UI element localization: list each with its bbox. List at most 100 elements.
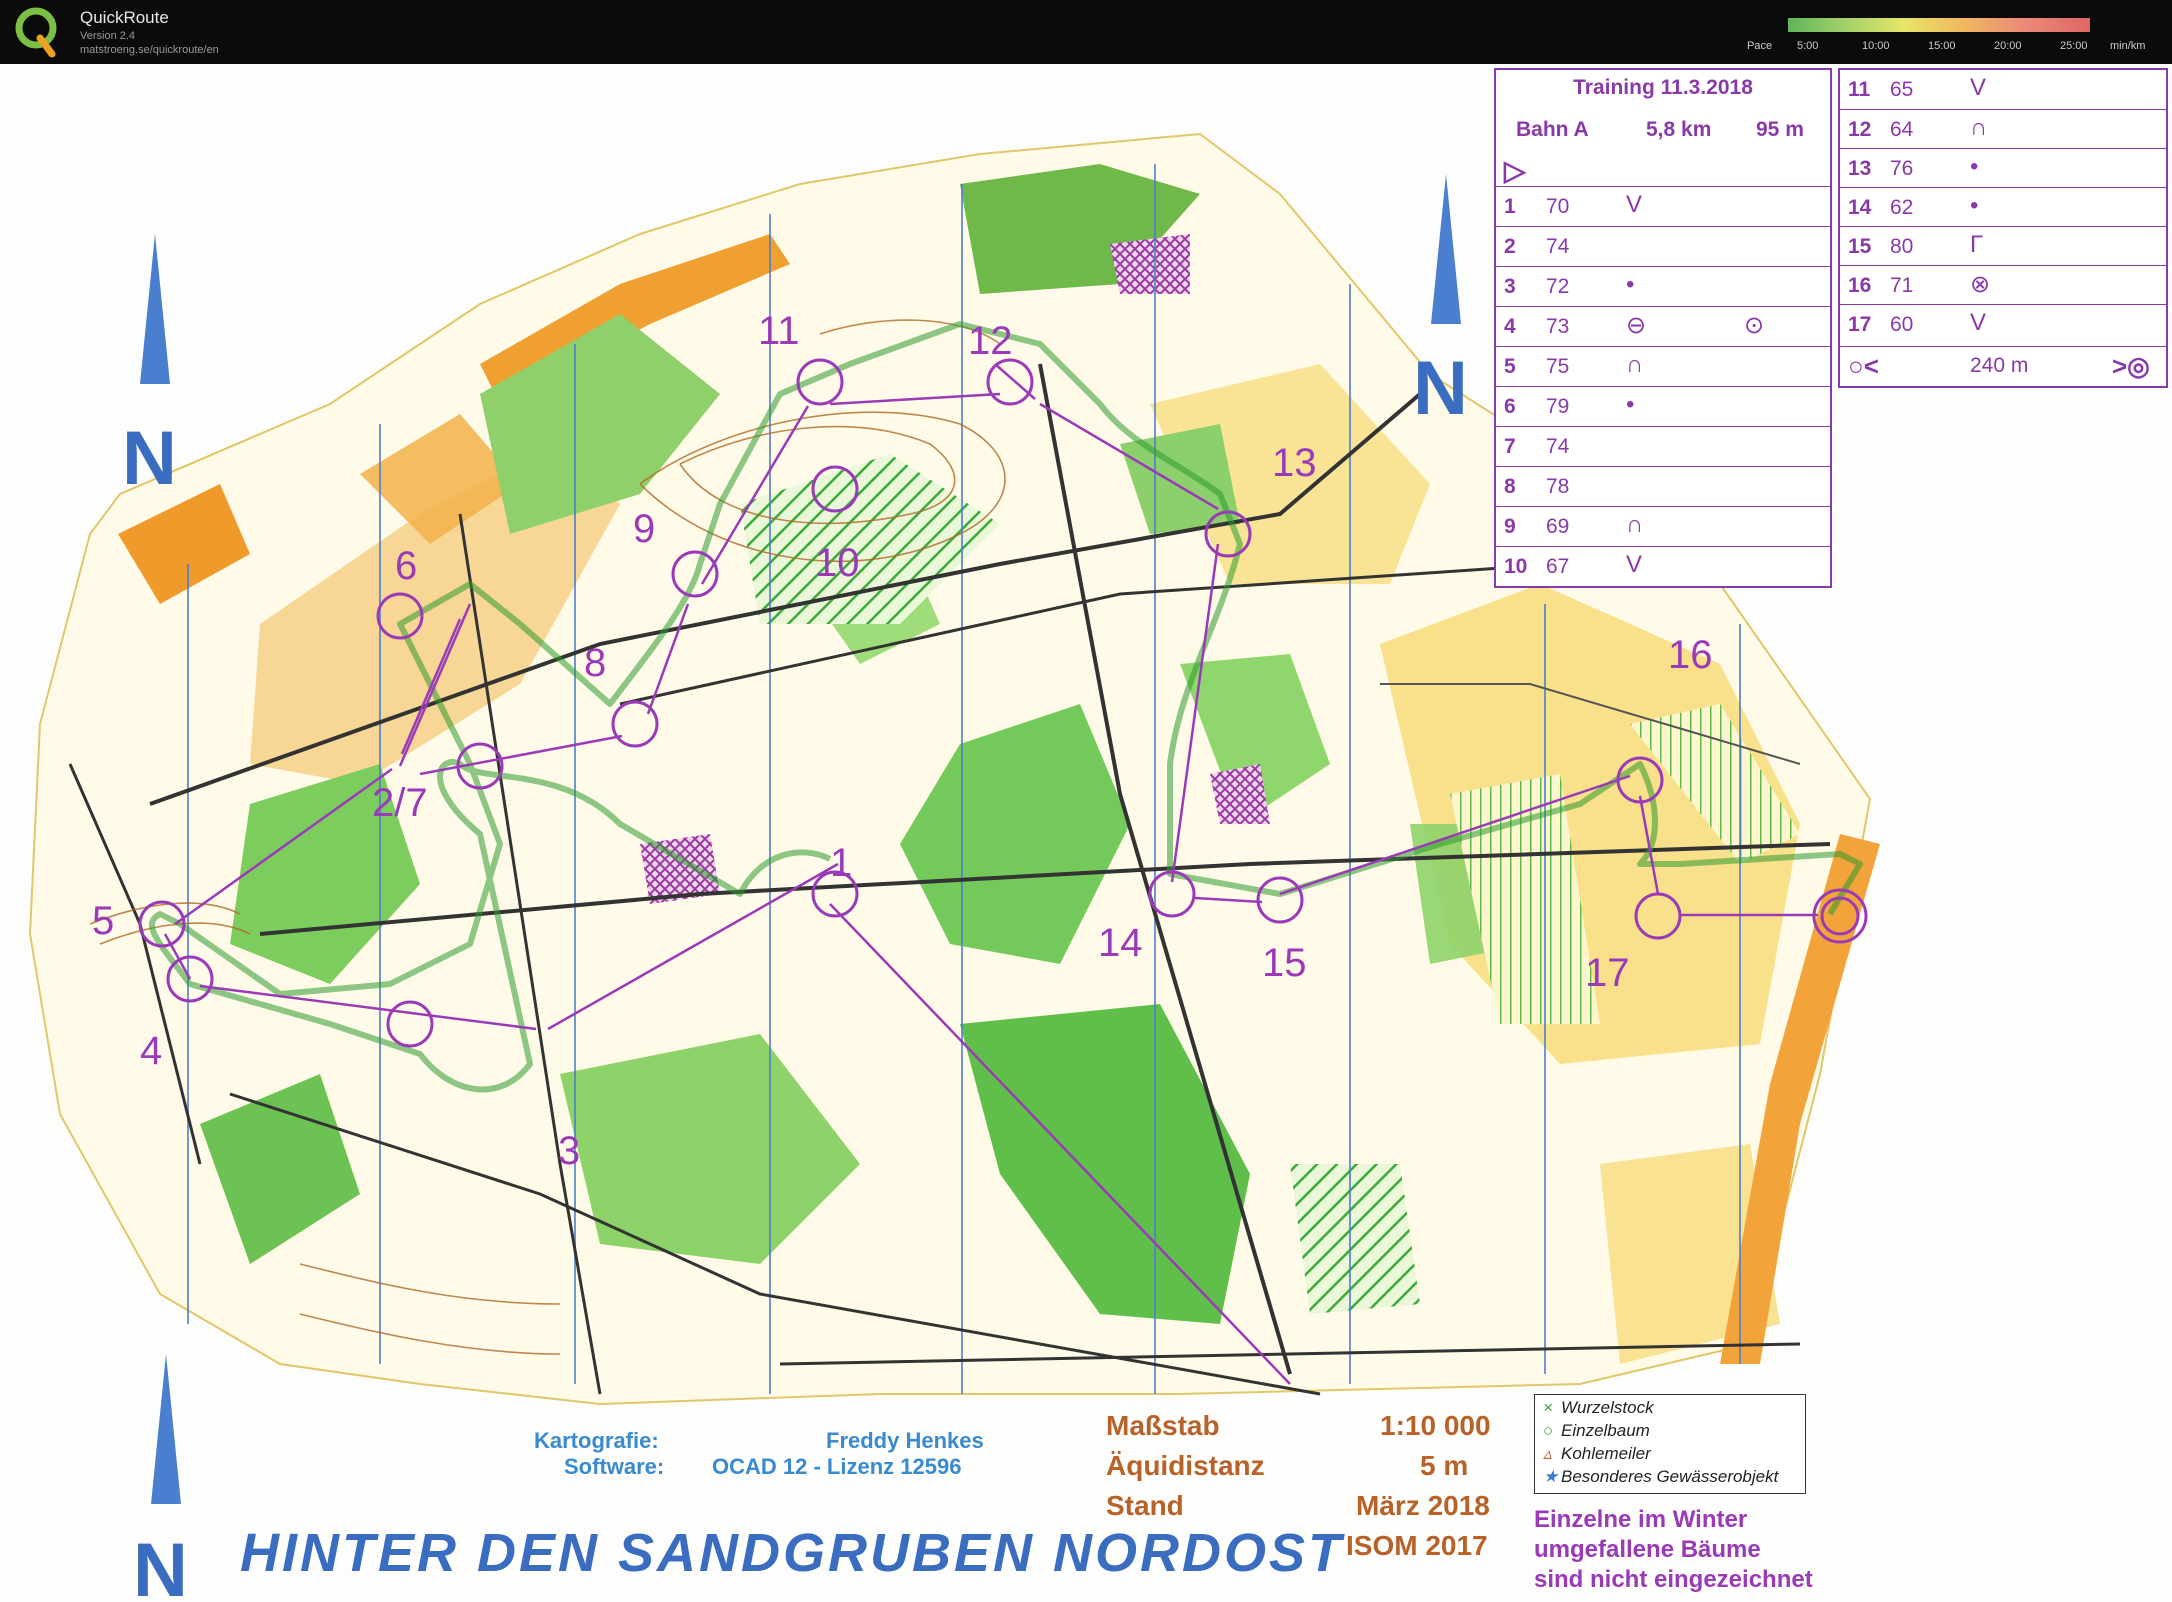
scale-label: Maßstab (1106, 1410, 1220, 1441)
legend-row: × Wurzelstock (1543, 1398, 1654, 1418)
cd-control-number: 12 (1848, 118, 1872, 141)
cd-control-number: 8 (1504, 475, 1516, 498)
cd-row: 2 74 (1496, 226, 1830, 266)
cd-control-code: 74 (1546, 235, 1570, 258)
control-label: 10 (815, 541, 860, 585)
cd-row: 14 62 • (1840, 187, 2166, 227)
legend-symbol-icon: ▵ (1543, 1444, 1552, 1463)
cd-control-code: 72 (1546, 275, 1570, 298)
map-note-line: umgefallene Bäume (1534, 1536, 1761, 1563)
legend-label: Einzelbaum (1561, 1421, 1650, 1440)
pace-color-scale (1788, 18, 2090, 32)
north-arrow-icon: N (1413, 174, 1468, 431)
map-note-line: sind nicht eingezeichnet (1534, 1566, 1813, 1593)
cd-row: 7 74 (1496, 426, 1830, 466)
credit-cartography-value: Freddy Henkes (826, 1428, 984, 1453)
cd-control-code: 69 (1546, 515, 1570, 538)
credit-software-value: OCAD 12 - Lizenz 12596 (712, 1454, 962, 1479)
restricted-area (1210, 764, 1270, 824)
quickroute-logo-icon (15, 7, 57, 58)
cd-control-code: 75 (1546, 355, 1570, 378)
legend-label: Kohlemeiler (1561, 1444, 1651, 1463)
map-title: HINTER DEN SANDGRUBEN NORDOST (240, 1523, 1345, 1583)
cd-start-icon: ▷ (1504, 155, 1526, 186)
cd-control-code: 64 (1890, 118, 1914, 141)
cd-control-number: 7 (1504, 435, 1516, 458)
orienteering-map[interactable]: 1 2/7 3 4 5 6 8 9 10 11 12 13 14 15 16 1… (0, 64, 2172, 1602)
cd-control-code: 60 (1890, 313, 1914, 336)
cd-feature-icon: V (1970, 309, 1987, 336)
contour-label: Äquidistanz (1106, 1450, 1265, 1481)
cd-row: 9 69 ∩ (1496, 506, 1830, 546)
finish-icon: >◎ (2112, 351, 2150, 381)
legend-label: Besonderes Gewässerobjekt (1561, 1467, 1779, 1486)
undergrowth-area (1290, 1164, 1420, 1314)
cd-control-code: 65 (1890, 78, 1914, 101)
cd-feature-icon: ⊗ (1970, 271, 1991, 298)
control-label: 12 (968, 319, 1013, 363)
legend-row: ▵ Kohlemeiler (1543, 1444, 1651, 1464)
credit-cartography-label: Kartografie: (534, 1428, 659, 1453)
control-label: 2/7 (372, 781, 428, 825)
cd-control-number: 11 (1848, 78, 1871, 101)
scale-value: 1:10 000 (1380, 1410, 1491, 1441)
pace-unit: min/km (2110, 40, 2146, 52)
cd-control-number: 5 (1504, 355, 1516, 378)
cd-feature-icon: ⊖ (1626, 312, 1647, 339)
legend-symbol-icon: ○ (1543, 1421, 1554, 1440)
pace-tick: 15:00 (1928, 40, 1956, 52)
cd-feature-icon: ∩ (1626, 351, 1644, 378)
cd-control-code: 73 (1546, 315, 1570, 338)
cd-feature-icon: V (1970, 74, 1987, 101)
pace-tick: 5:00 (1797, 40, 1819, 52)
svg-text:N: N (1413, 346, 1468, 431)
cd-finish-row: ○< 240 m >◎ (1840, 346, 2166, 385)
control-label: 5 (92, 899, 114, 943)
standard-value: ISOM 2017 (1346, 1530, 1488, 1561)
cd-row: 8 78 (1496, 466, 1830, 506)
cd-length: 5,8 km (1646, 118, 1712, 141)
cd-control-number: 4 (1504, 315, 1516, 338)
cd-climb: 95 m (1756, 118, 1804, 141)
cd-control-code: 78 (1546, 475, 1570, 498)
control-label: 4 (140, 1029, 162, 1073)
control-label: 14 (1098, 921, 1143, 965)
cd-control-number: 13 (1848, 157, 1872, 180)
credit-software-label: Software: (564, 1454, 665, 1479)
control-label: 8 (584, 641, 606, 685)
legend-symbol-icon: × (1543, 1398, 1553, 1417)
cd-row: 1 70 V (1496, 186, 1830, 226)
control-label: 15 (1262, 941, 1307, 985)
cd-control-code: 70 (1546, 195, 1570, 218)
cd-feature-icon: • (1970, 153, 1979, 180)
legend-symbol-icon: ★ (1543, 1467, 1559, 1486)
cd-control-code: 79 (1546, 395, 1570, 418)
cd-control-number: 6 (1504, 395, 1516, 418)
control-label: 17 (1585, 951, 1630, 995)
cd-feature-icon: ∩ (1970, 114, 1988, 141)
cd-feature-icon: Γ (1970, 231, 1984, 258)
cd-control-code: 76 (1890, 157, 1914, 180)
control-label: 9 (633, 507, 655, 551)
cd-row: 16 71 ⊗ (1840, 265, 2166, 305)
contour-value: 5 m (1420, 1450, 1469, 1481)
cd-feature-icon: • (1626, 391, 1635, 418)
control-description-sheet: Training 11.3.2018 Bahn A 5,8 km 95 m ▷ … (1494, 68, 1832, 588)
north-arrow-icon: N (133, 1354, 188, 1602)
cd-finish-distance: 240 m (1970, 354, 2029, 377)
pace-label: Pace (1747, 40, 1773, 52)
app-url: matstroeng.se/quickroute/en (80, 44, 219, 56)
cd-row: 4 73 ⊖ ⊙ (1496, 306, 1830, 346)
cd-feature-icon: V (1626, 191, 1643, 218)
cd-control-code: 62 (1890, 196, 1914, 219)
cd-row: 3 72 • (1496, 266, 1830, 306)
status-value: März 2018 (1356, 1490, 1490, 1521)
cd-control-number: 17 (1848, 313, 1872, 336)
cd-control-number: 16 (1848, 274, 1872, 297)
cd-control-code: 71 (1890, 274, 1914, 297)
north-arrow-icon: N (122, 234, 177, 501)
app-titlebar: QuickRoute Version 2.4 matstroeng.se/qui… (0, 0, 2172, 64)
pace-tick: 10:00 (1862, 40, 1890, 52)
cd-row: 13 76 • (1840, 148, 2166, 188)
cd-feature-icon: • (1626, 271, 1635, 298)
